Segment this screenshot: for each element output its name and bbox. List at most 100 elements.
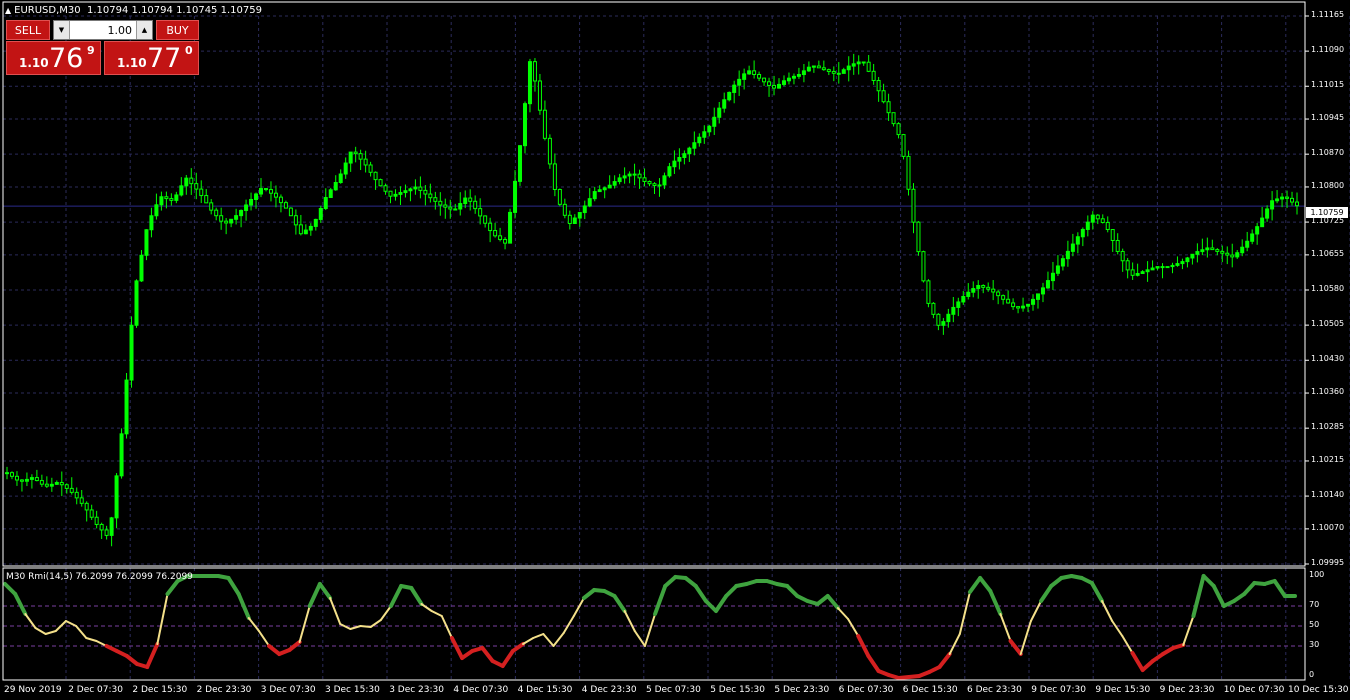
- candle-body: [871, 70, 876, 81]
- price-tick-label: 1.10285: [1311, 422, 1345, 432]
- candle-body: [702, 131, 707, 138]
- candle-body: [458, 203, 463, 210]
- candle-body: [204, 195, 209, 204]
- indicator-tick-label: 100: [1309, 570, 1325, 579]
- candle-body: [473, 200, 478, 210]
- buy-price-button[interactable]: 1.10 77 0: [104, 41, 199, 75]
- price-tick-label: 1.10655: [1311, 248, 1345, 258]
- candle-body: [1075, 236, 1080, 245]
- candle-body: [343, 162, 348, 175]
- candle-body: [179, 185, 184, 196]
- candle-body: [433, 197, 438, 202]
- candle-body: [9, 472, 14, 477]
- candle-body: [752, 70, 757, 75]
- candle-body: [522, 103, 527, 147]
- candle-body: [846, 65, 851, 71]
- candle-body: [697, 136, 702, 144]
- candle-body: [169, 198, 174, 201]
- lot-increase-icon[interactable]: ▲: [136, 21, 152, 39]
- collapse-triangle-icon[interactable]: ▲: [5, 6, 11, 15]
- rmi-segment: [724, 584, 739, 598]
- candle-body: [493, 230, 498, 237]
- rmi-segment: [948, 633, 961, 655]
- rmi-segment: [978, 576, 993, 593]
- candle-body: [772, 84, 777, 89]
- candle-body: [1200, 249, 1205, 253]
- candle-body: [896, 123, 901, 136]
- rmi-segment: [623, 610, 636, 632]
- rmi-segment: [500, 649, 515, 668]
- rmi-segment: [532, 633, 545, 639]
- candle-body: [1135, 273, 1140, 276]
- rmi-segment: [480, 646, 495, 663]
- candle-body: [254, 193, 259, 200]
- candle-body: [164, 196, 169, 200]
- candle-body: [582, 205, 587, 214]
- rmi-segment: [836, 607, 850, 620]
- time-tick-label: 3 Dec 23:30: [389, 685, 444, 695]
- rmi-segment: [317, 582, 333, 600]
- candle-body: [657, 184, 662, 187]
- chart-canvas[interactable]: [0, 0, 1350, 700]
- candle-body: [946, 313, 951, 323]
- candle-body: [388, 190, 393, 197]
- candle-body: [921, 251, 926, 282]
- rmi-segment: [359, 625, 372, 628]
- candle-body: [288, 207, 293, 217]
- rmi-segment: [44, 630, 57, 635]
- time-tick-label: 3 Dec 07:30: [260, 685, 316, 695]
- candle-body: [1060, 258, 1065, 267]
- rmi-segment: [714, 594, 729, 613]
- rmi-segment: [34, 627, 47, 635]
- lot-size-input[interactable]: [70, 23, 136, 37]
- rmi-segment: [937, 652, 952, 669]
- candle-body: [34, 477, 39, 482]
- price-tick-label: 1.09995: [1311, 558, 1345, 567]
- rmi-segment: [257, 630, 271, 647]
- price-tick-label: 1.10505: [1311, 319, 1345, 329]
- candle-body: [791, 75, 796, 79]
- candle-body: [851, 63, 856, 67]
- candle-body: [547, 137, 552, 165]
- rmi-segment: [388, 584, 404, 608]
- candle-body: [488, 222, 493, 232]
- buy-price-fraction: 0: [185, 44, 193, 57]
- candle-body: [841, 69, 846, 74]
- candle-body: [1210, 247, 1215, 251]
- lot-decrease-icon[interactable]: ▼: [54, 21, 70, 39]
- indicator-pane-border: [2, 567, 1306, 681]
- rmi-segment: [165, 579, 180, 596]
- rmi-segment: [653, 584, 668, 616]
- rmi-segment: [1201, 574, 1216, 588]
- candle-body: [408, 188, 413, 192]
- candle-body: [89, 509, 94, 518]
- sell-button[interactable]: SELL: [6, 20, 50, 40]
- buy-button[interactable]: BUY: [156, 20, 199, 40]
- candle-body: [508, 211, 513, 244]
- candle-body: [84, 502, 89, 511]
- candle-body: [194, 183, 199, 190]
- candle-body: [443, 204, 448, 208]
- buy-price-pips: 77: [147, 43, 182, 74]
- candle-body: [572, 217, 577, 225]
- candle-body: [69, 487, 74, 493]
- candle-body: [39, 480, 44, 485]
- candle-body: [378, 179, 383, 187]
- candle-body: [712, 116, 717, 127]
- candle-body: [1245, 240, 1250, 248]
- candle-body: [278, 196, 283, 204]
- candle-body: [986, 286, 991, 290]
- candle-body: [1100, 218, 1105, 223]
- time-tick-label: 4 Dec 15:30: [517, 685, 573, 695]
- candle-body: [747, 70, 752, 75]
- symbol-timeframe: EURUSD,M30: [14, 5, 81, 16]
- price-candles[interactable]: [5, 53, 1299, 547]
- rmi-indicator[interactable]: [3, 574, 1305, 680]
- rmi-segment: [13, 592, 28, 616]
- rmi-segment: [298, 605, 311, 643]
- time-tick-label: 6 Dec 07:30: [838, 685, 894, 695]
- candle-body: [602, 187, 607, 191]
- sell-price-button[interactable]: 1.10 76 9: [6, 41, 101, 75]
- rmi-segment: [430, 610, 443, 617]
- rmi-segment: [54, 620, 67, 632]
